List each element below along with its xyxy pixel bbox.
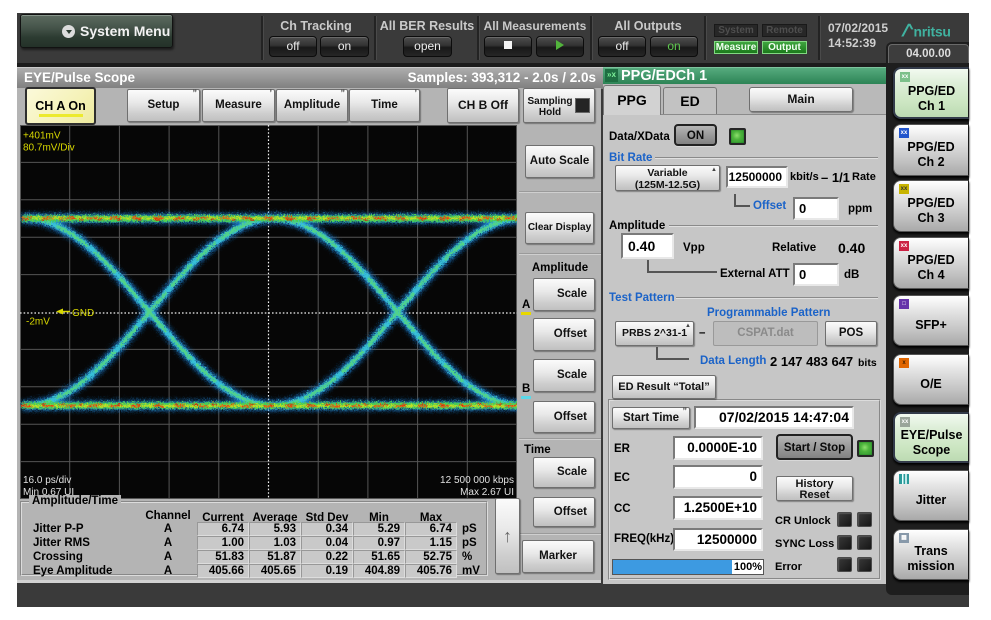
svg-text:GND: GND bbox=[72, 308, 94, 319]
svg-text:+401mV: +401mV bbox=[23, 131, 61, 142]
svg-text:16.0 ps/div: 16.0 ps/div bbox=[23, 475, 71, 486]
svg-text:-2mV: -2mV bbox=[26, 317, 50, 328]
svg-text:12 500 000 kbps: 12 500 000 kbps bbox=[440, 475, 514, 486]
svg-text:80.7mV/Div: 80.7mV/Div bbox=[23, 143, 75, 154]
svg-text:nritsu: nritsu bbox=[914, 23, 951, 39]
svg-text:Max 2.67 UI: Max 2.67 UI bbox=[460, 487, 514, 498]
